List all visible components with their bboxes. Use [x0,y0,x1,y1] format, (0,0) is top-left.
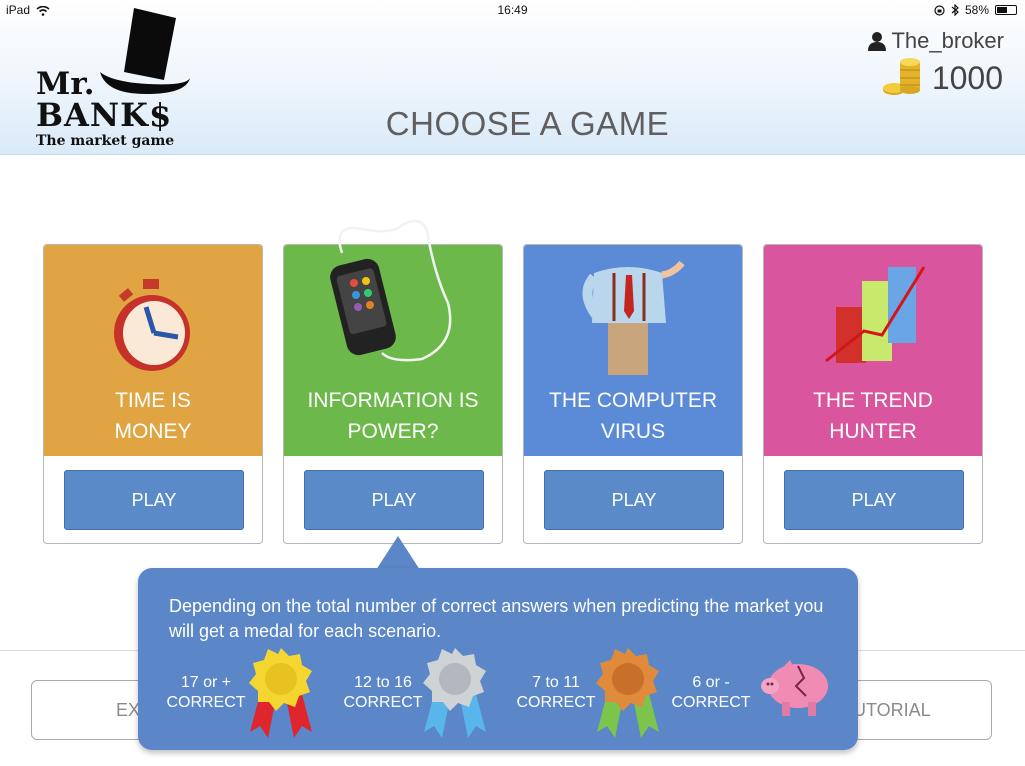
game-title-line2: VIRUS [600,420,666,443]
rotation-lock-icon [934,4,945,16]
bronze-medal-icon [596,648,659,738]
play-button[interactable]: PLAY [544,470,724,530]
game-card-time-is-money: TIME IS MONEY PLAY [43,244,263,544]
game-card-banner: TIME IS MONEY [44,245,262,456]
tooltip-message: Depending on the total number of correct… [169,596,824,641]
game-title-line2: MONEY [114,420,192,443]
game-card-trend-hunter: THE TREND HUNTER PLAY [763,244,983,544]
game-title-line1: INFORMATION IS [307,389,479,412]
tutorial-label: UTORIAL [853,699,931,720]
play-button[interactable]: PLAY [64,470,244,530]
coin-stack-icon [882,58,920,95]
game-title-line2: POWER? [347,420,439,443]
game-card-computer-virus: THE COMPUTER VIRUS PLAY [523,244,743,544]
game-title: THE COMPUTER VIRUS [524,385,742,447]
battery-percent: 58% [964,3,989,17]
page-title: CHOOSE A GAME [385,105,670,142]
medal-label: CORRECT [343,694,423,711]
bar-chart-icon [825,266,926,363]
broken-piggy-bank-icon [761,660,828,716]
play-button[interactable]: PLAY [304,470,484,530]
medal-tier-bronze: 7 to 11 CORRECT [516,673,596,713]
bluetooth-icon [951,4,959,16]
user-profile[interactable]: The_broker [867,28,1004,54]
medal-range: 12 to 16 [354,674,412,691]
battery-icon [995,5,1017,15]
silver-medal-icon [423,648,486,738]
medal-label: CORRECT [166,694,246,711]
game-card-banner: THE COMPUTER VIRUS [524,245,742,456]
tooltip-arrow [376,536,420,570]
medal-range: 6 or - [692,674,730,691]
game-title: INFORMATION IS POWER? [284,385,502,447]
game-title: TIME IS MONEY [44,385,262,447]
medal-tier-silver: 12 to 16 CORRECT [343,673,423,713]
game-title-line2: HUNTER [829,420,917,443]
stopwatch-icon [114,279,190,371]
medal-label: CORRECT [671,694,751,711]
medal-range: 17 or + [180,674,232,691]
medal-tier-none: 6 or - CORRECT [671,673,751,713]
status-right: 58% [934,3,1017,17]
game-title-line1: THE COMPUTER [549,389,717,412]
game-card-banner: THE TREND HUNTER [764,245,982,456]
medal-range: 7 to 11 [532,674,580,691]
businessman-icon [582,260,685,375]
coin-balance: 1000 [882,58,1003,98]
medal-label: CORRECT [516,694,596,711]
gold-medal-icon [249,648,312,738]
game-title-line1: TIME IS [115,389,191,412]
medal-info-tooltip[interactable]: Depending on the total number of correct… [138,568,858,750]
medal-tier-gold: 17 or + CORRECT [166,673,246,713]
coin-amount: 1000 [931,59,1003,96]
game-title-line1: THE TREND [813,389,933,412]
play-button[interactable]: PLAY [784,470,964,530]
battery-fill [997,7,1008,13]
person-icon [868,32,887,51]
bottom-left-label: EX [116,699,141,720]
smartphone-earphones-icon [330,219,452,362]
username: The_broker [891,28,1004,53]
game-title: THE TREND HUNTER [764,385,982,447]
